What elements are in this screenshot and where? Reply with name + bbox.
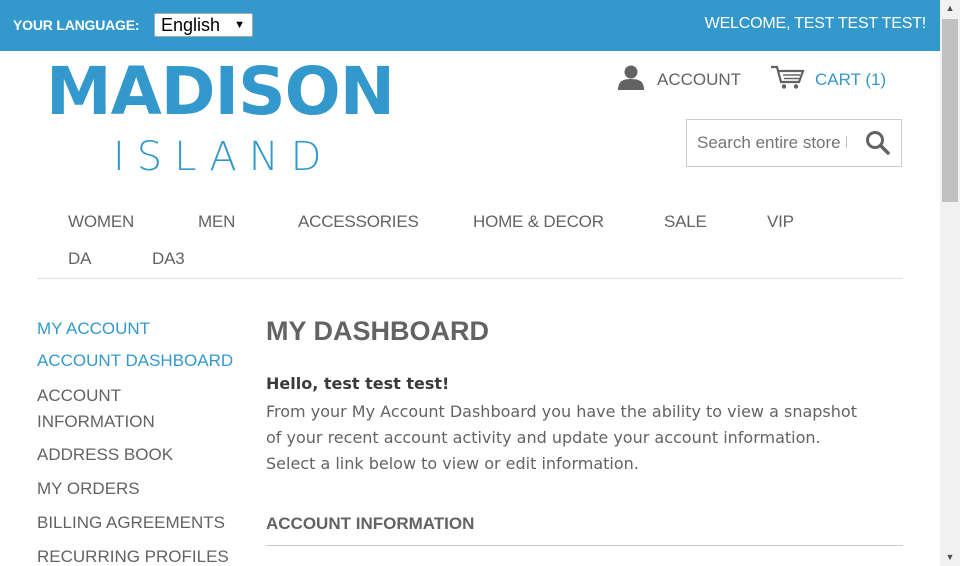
account-label: ACCOUNT <box>657 69 742 89</box>
page-title: MY DASHBOARD <box>266 316 490 346</box>
nav-item-da[interactable]: DA <box>68 249 91 269</box>
cart-link[interactable]: CART (1) <box>770 64 886 95</box>
dropdown-arrow-icon: ▼ <box>234 19 245 31</box>
welcome-message: WELCOME, TEST TEST TEST! <box>704 15 927 32</box>
nav-item-sale[interactable]: SALE <box>664 212 707 232</box>
nav-item-women[interactable]: WOMEN <box>68 212 134 232</box>
nav-item-home-decor[interactable]: HOME & DECOR <box>473 212 604 232</box>
search-button[interactable] <box>865 130 891 156</box>
sidebar-item-recurring-profiles[interactable]: RECURRING PROFILES <box>37 544 237 566</box>
language-label: YOUR LANGUAGE: <box>13 17 140 33</box>
account-information-heading: ACCOUNT INFORMATION <box>266 514 475 533</box>
nav-item-vip[interactable]: VIP <box>767 212 794 232</box>
language-select-value: English <box>161 15 221 35</box>
scrollbar[interactable]: ▲ ▼ <box>940 0 960 566</box>
scrollbar-thumb[interactable] <box>942 19 958 202</box>
welcome-greeting: Hello, test test test! <box>266 374 450 393</box>
search-input[interactable] <box>697 133 847 153</box>
account-link[interactable]: ACCOUNT <box>617 64 741 95</box>
cart-icon <box>770 64 805 95</box>
sidebar-item-my-orders[interactable]: MY ORDERS <box>37 476 237 502</box>
scroll-up-arrow-icon[interactable]: ▲ <box>940 0 960 17</box>
logo-main-text: MADISON <box>46 53 395 130</box>
nav-divider <box>37 278 903 279</box>
nav-item-accessories[interactable]: ACCESSORIES <box>298 212 419 232</box>
user-icon <box>617 64 645 95</box>
language-select[interactable]: English ▼ <box>154 13 253 37</box>
scroll-down-arrow-icon[interactable]: ▼ <box>940 549 960 566</box>
search-box <box>686 119 902 167</box>
dashboard-intro-text: From your My Account Dashboard you have … <box>266 402 857 473</box>
nav-item-da3[interactable]: DA3 <box>152 249 185 269</box>
sidebar-title: MY ACCOUNT <box>37 319 151 338</box>
section-divider <box>266 545 903 546</box>
cart-label: CART (1) <box>815 69 887 89</box>
logo-sub-text: ISLAND <box>113 134 334 180</box>
sidebar-item-account-dashboard[interactable]: ACCOUNT DASHBOARD <box>37 348 237 374</box>
top-bar: YOUR LANGUAGE: English ▼ WELCOME, TEST T… <box>0 0 940 51</box>
sidebar-item-billing-agreements[interactable]: BILLING AGREEMENTS <box>37 510 237 536</box>
nav-item-men[interactable]: MEN <box>198 212 235 232</box>
search-icon <box>866 131 890 155</box>
sidebar-item-account-information[interactable]: ACCOUNT INFORMATION <box>37 383 187 435</box>
sidebar-item-address-book[interactable]: ADDRESS BOOK <box>37 442 237 468</box>
